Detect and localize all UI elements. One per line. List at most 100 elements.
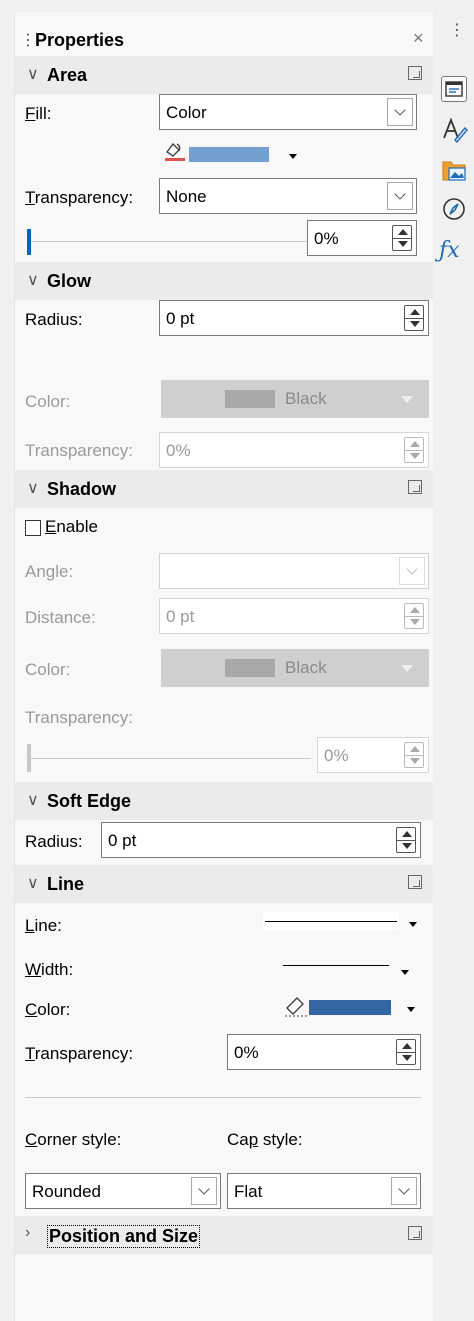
more-options-icon[interactable] [408,1226,422,1240]
more-options-icon[interactable] [408,875,422,889]
spin-arrows-icon[interactable] [396,1039,416,1065]
chevron-down-icon: ∨ [27,272,39,289]
area-transparency-percent-value: 0% [314,229,339,248]
shadow-angle-select[interactable] [159,553,429,589]
fill-color-button[interactable] [163,138,313,164]
chevron-down-icon: ∨ [27,875,39,892]
area-transparency-slider-thumb[interactable] [27,229,31,255]
chevron-down-icon[interactable] [387,182,413,210]
line-color-label: Color: [25,1000,71,1019]
line-transparency-field[interactable]: 0% [227,1034,421,1070]
area-section-header[interactable]: ∨ Area [15,56,434,94]
functions-tab-icon[interactable]: ƒx [439,238,465,264]
sidebar-tab-bar: ⋮ ƒx [433,12,474,1321]
corner-style-label: Corner style: [25,1130,122,1149]
properties-tab-icon[interactable] [441,76,467,102]
area-transparency-label: Transparency: [25,188,134,207]
glow-color-button[interactable]: Black [161,380,429,418]
shadow-enable-checkbox[interactable] [25,520,41,536]
line-style-sample [265,921,397,922]
panel-title-bar: ⋮ Properties × [15,20,434,58]
functions-fx-icon: ƒx [439,238,460,263]
spin-arrows-icon[interactable] [404,437,424,463]
glow-color-name: Black [285,389,327,408]
spin-arrows-icon[interactable] [404,742,424,768]
spin-arrows-icon[interactable] [396,827,416,853]
glow-transparency-label: Transparency: [25,441,134,460]
shadow-color-button[interactable]: Black [161,649,429,687]
corner-style-select[interactable]: Rounded [25,1173,221,1209]
more-options-icon[interactable] [408,480,422,494]
glow-radius-value: 0 pt [166,309,195,328]
dropdown-arrow-icon [289,154,297,159]
shadow-distance-label: Distance: [25,608,96,627]
properties-icon [445,81,463,97]
dropdown-arrow-icon [409,922,417,927]
gallery-tab-icon[interactable] [441,156,467,182]
chevron-down-icon: ∨ [27,480,39,497]
area-transparency-select[interactable]: None [159,178,417,214]
line-transparency-value: 0% [234,1043,259,1062]
cap-style-select[interactable]: Flat [227,1173,421,1209]
chevron-down-icon[interactable] [387,98,413,126]
shadow-section-header[interactable]: ∨ Shadow [15,470,434,508]
area-transparency-percent-field[interactable]: 0% [307,220,417,256]
chevron-down-icon[interactable] [391,1177,417,1205]
corner-style-value: Rounded [32,1182,102,1201]
fill-type-select[interactable]: Color [159,94,417,130]
spin-arrows-icon[interactable] [404,603,424,629]
dropdown-arrow-icon [401,665,413,672]
soft-edge-radius-value: 0 pt [108,831,137,850]
line-transparency-label: Transparency: [25,1044,134,1063]
spin-arrows-icon[interactable] [404,305,424,331]
shadow-transparency-percent-value: 0% [324,746,349,765]
chevron-down-icon: ∨ [27,792,39,809]
position-size-section-header[interactable]: › Position and Size [15,1216,434,1254]
area-section-title: Area [47,65,88,85]
chevron-down-icon[interactable] [191,1177,217,1205]
glow-transparency-field[interactable]: 0% [159,432,429,468]
position-size-section-title: Position and Size [47,1225,201,1248]
shadow-angle-label: Angle: [25,562,74,581]
area-transparency-value: None [166,187,207,206]
dropdown-arrow-icon [407,1007,415,1012]
shadow-transparency-slider-thumb[interactable] [27,744,31,772]
glow-radius-field[interactable]: 0 pt [159,300,429,336]
navigator-tab-icon[interactable] [441,196,467,222]
panel-title: Properties [35,30,125,50]
line-style-button[interactable] [263,910,423,936]
line-section-header[interactable]: ∨ Line [15,865,434,903]
chevron-down-icon[interactable] [399,557,425,585]
glow-section-header[interactable]: ∨ Glow [15,262,434,300]
pen-icon [285,997,309,1017]
soft-edge-radius-field[interactable]: 0 pt [101,822,421,858]
line-color-swatch [309,1000,391,1015]
line-color-button[interactable] [283,992,423,1020]
line-section-divider [25,1097,421,1098]
chevron-right-icon: › [25,1224,31,1241]
shadow-distance-field[interactable]: 0 pt [159,598,429,634]
dropdown-arrow-icon [401,970,409,975]
shadow-color-name: Black [285,658,327,677]
line-width-label: Width: [25,960,74,979]
styles-tab-icon[interactable] [441,116,468,144]
soft-edge-section-header[interactable]: ∨ Soft Edge [15,782,434,820]
close-icon[interactable]: × [413,28,424,49]
tabbar-menu-icon[interactable]: ⋮ [449,20,465,40]
glow-transparency-value: 0% [166,441,191,460]
more-options-icon[interactable] [408,66,422,80]
line-style-label: Line: [25,916,62,935]
soft-edge-section-title: Soft Edge [47,791,131,811]
fill-color-swatch [189,147,269,162]
glow-radius-label: Radius: [25,310,83,329]
shadow-transparency-percent-field[interactable]: 0% [317,737,429,773]
glow-section-title: Glow [47,271,91,291]
cap-style-value: Flat [234,1182,263,1201]
drag-grip-icon[interactable]: ⋮ [20,30,36,50]
spin-arrows-icon[interactable] [392,225,412,251]
glow-color-label: Color: [25,392,71,411]
gallery-icon [442,161,466,181]
paint-bucket-icon [165,142,185,161]
line-width-button[interactable] [283,956,423,978]
shadow-color-label: Color: [25,660,71,679]
